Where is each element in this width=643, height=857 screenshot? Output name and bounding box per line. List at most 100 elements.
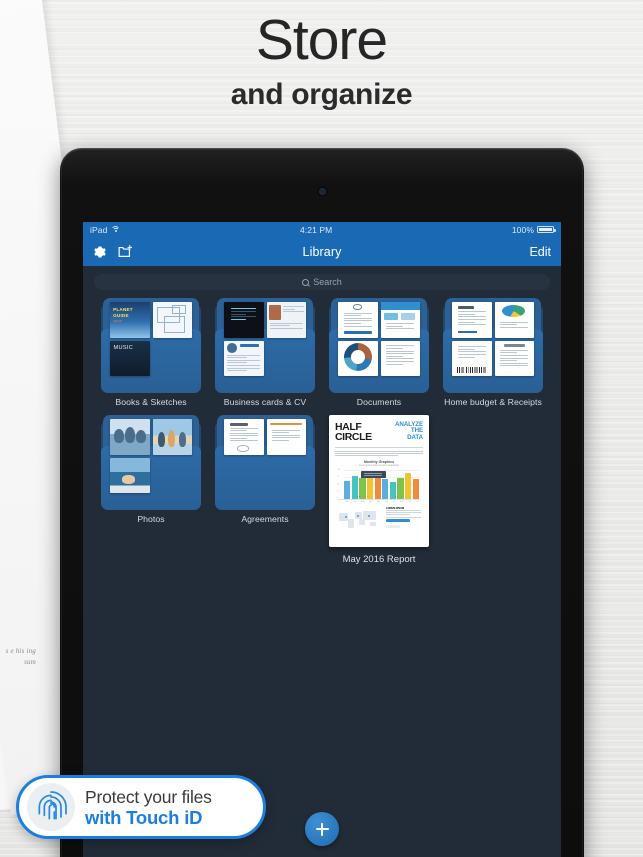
thumbnail-text-doc [380, 340, 420, 376]
library-grid: PLANET GUIDE SETUP MUSIC Books & Sketche… [83, 295, 561, 573]
ipad-screen: iPad 4:21 PM 100% Library Edit Search PL… [83, 222, 561, 857]
chart-x-label: MAY [376, 501, 381, 504]
donut-chart-graphic [343, 342, 372, 371]
add-button[interactable] [305, 812, 339, 846]
search-input[interactable]: Search [94, 274, 550, 290]
status-bar-time: 4:21 PM [299, 224, 333, 235]
chart-y-axis: 100 75 50 25 0 [337, 469, 344, 499]
chart-title: Monthly Graphics [363, 460, 395, 465]
folder-thumbnails [224, 302, 306, 376]
report-side-button [385, 524, 400, 528]
folder-thumbnails [224, 419, 306, 493]
fingerprint-icon [27, 783, 75, 831]
thumbnail-donut-chart [338, 340, 378, 376]
navbar-title: Library [302, 244, 342, 259]
thumbnail-statement [494, 340, 534, 376]
search-placeholder: Search [313, 277, 342, 287]
book-subtitle: SETUP [113, 320, 122, 324]
background-scrap-text: s e his ing sum [5, 647, 36, 666]
navbar-left-actions [93, 245, 133, 259]
chart-bar [405, 472, 412, 500]
battery-percent-label: 100% [511, 224, 534, 235]
chart-x-label: MAR [361, 501, 365, 504]
chart-bar [397, 477, 404, 500]
headline-line-1: Store [255, 8, 388, 72]
chart-x-label: JUL [392, 501, 396, 504]
thumbnail-photo-sea [110, 457, 150, 493]
chart-bar [412, 478, 419, 500]
folder-item-business-cards-cv[interactable]: Business cards & CV [208, 298, 322, 407]
folder-thumbnails [110, 419, 192, 493]
y-tick: 75 [337, 476, 339, 479]
thumbnail-signed-doc [266, 419, 306, 455]
wifi-icon [111, 225, 121, 234]
report-subheading-line-3: DATA [407, 433, 423, 441]
new-folder-icon[interactable] [118, 245, 133, 258]
folder-graphic [215, 298, 315, 393]
report-heading-right: ANALYZE THE DATA [395, 421, 423, 441]
thumbnail-agreement [224, 419, 264, 455]
y-tick: 0 [337, 496, 338, 499]
book-title-music: MUSIC [113, 344, 134, 351]
thumbnail-photo-family [110, 419, 150, 455]
report-intro-text [335, 450, 423, 457]
chart-x-label: FEB [353, 501, 357, 504]
folder-graphic [215, 415, 315, 510]
folder-item-photos[interactable]: Photos [94, 415, 208, 565]
report-footer: LOREM IPSUM [335, 507, 423, 533]
folder-label: Home budget & Receipts [444, 397, 542, 407]
folder-item-documents[interactable]: Documents [322, 298, 436, 407]
y-tick: 100 [337, 469, 340, 472]
report-side-panel: LOREM IPSUM [385, 507, 421, 533]
document-item-may-2016-report[interactable]: HALF CIRCLE ANALYZE THE DATA Monthly Gra… [322, 415, 436, 565]
thumbnail-empty [224, 458, 264, 494]
thumbnail-cv-resume [224, 340, 264, 376]
book-title-line-1: PLANET [113, 306, 133, 312]
folder-label: Agreements [241, 514, 289, 524]
chart-tooltip [360, 471, 386, 478]
edit-button[interactable]: Edit [529, 245, 551, 259]
folder-item-agreements[interactable]: Agreements [208, 415, 322, 565]
chart-bar [344, 480, 351, 500]
chart-subtitle: Lorem ipsum dolor sit amet consectetur [358, 465, 400, 468]
report-heading-line-2: CIRCLE [335, 431, 372, 443]
folder-item-home-budget-receipts[interactable]: Home budget & Receipts [436, 298, 550, 407]
ipad-device: iPad 4:21 PM 100% Library Edit Search PL… [60, 148, 584, 857]
touch-id-banner: Protect your files with Touch iD [16, 775, 266, 839]
folder-graphic [443, 298, 543, 393]
chart-bar [374, 477, 381, 500]
folder-item-books-sketches[interactable]: PLANET GUIDE SETUP MUSIC Books & Sketche… [94, 298, 208, 407]
chart-bar [389, 481, 397, 500]
thumbnail-business-card-portrait [266, 302, 306, 338]
chart-x-label: APR [369, 501, 373, 504]
thumbnail-empty [153, 341, 193, 377]
status-bar-right: 100% [511, 224, 556, 235]
report-heading-left: HALF CIRCLE [335, 422, 372, 443]
folder-thumbnails: PLANET GUIDE SETUP MUSIC [110, 302, 192, 376]
chart-x-axis-labels: JAN FEB MAR APR MAY JUN JUL AUG SEP OCT [344, 501, 421, 503]
search-icon [302, 278, 310, 286]
search-container: Search [83, 266, 561, 295]
folder-graphic [101, 415, 201, 510]
status-bar: iPad 4:21 PM 100% [83, 222, 561, 237]
gear-icon[interactable] [93, 245, 107, 259]
touch-id-line-2: with Touch iD [85, 806, 203, 828]
world-map-graphic [337, 507, 381, 533]
folder-thumbnails [452, 302, 534, 376]
thumbnail-pie-report [494, 302, 534, 338]
thumbnail-receipt-barcode [452, 340, 492, 376]
front-camera-icon [318, 188, 326, 195]
chart-x-label: OCT [415, 501, 420, 504]
report-header: HALF CIRCLE ANALYZE THE DATA [335, 421, 423, 443]
folder-graphic [329, 298, 429, 393]
y-tick: 50 [337, 483, 339, 486]
thumbnail-empty [267, 458, 307, 494]
battery-icon [537, 225, 556, 234]
folder-label: Business cards & CV [223, 397, 307, 407]
touch-id-text: Protect your files with Touch iD [85, 787, 212, 828]
chart-bar [382, 479, 389, 500]
document-label: May 2016 Report [342, 554, 416, 565]
thumbnail-sketch [152, 302, 192, 338]
folder-label: Books & Sketches [115, 397, 187, 407]
thumbnail-invoice [452, 302, 492, 338]
